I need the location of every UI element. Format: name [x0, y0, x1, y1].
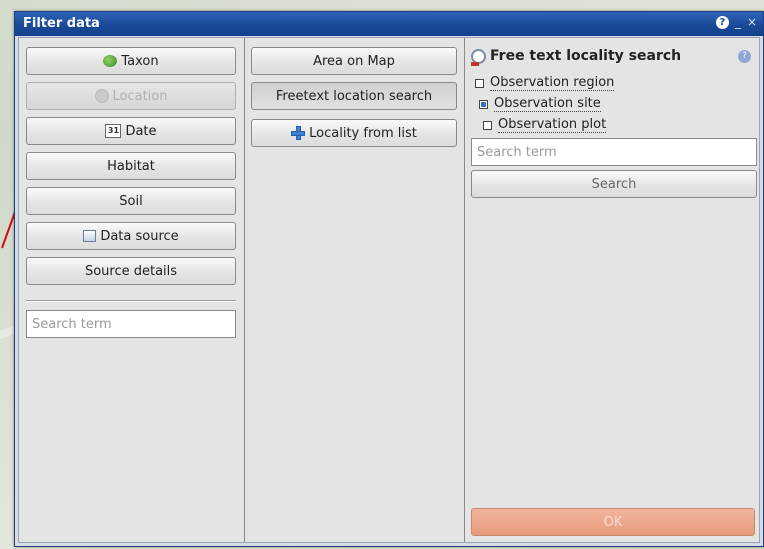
area-on-map-button[interactable]: Area on Map	[251, 47, 457, 75]
checkbox[interactable]	[479, 100, 488, 109]
search-button[interactable]: Search	[471, 170, 757, 198]
freetext-location-search-label: Freetext location search	[275, 88, 433, 104]
plus-icon	[291, 126, 306, 140]
ok-button-label: OK	[603, 514, 623, 530]
checkbox-observation-region[interactable]: Observation region	[475, 76, 615, 91]
ok-button[interactable]: OK	[471, 508, 755, 536]
data-source-icon	[83, 230, 97, 242]
date-label: Date	[125, 123, 157, 139]
soil-button[interactable]: Soil	[26, 187, 236, 215]
habitat-button[interactable]: Habitat	[26, 152, 236, 180]
taxon-label: Taxon	[121, 53, 159, 69]
date-button[interactable]: 31 Date	[26, 117, 236, 145]
data-source-label: Data source	[100, 228, 179, 244]
window-title: Filter data	[23, 16, 100, 31]
panel-help-icon[interactable]: ?	[738, 50, 751, 63]
data-source-button[interactable]: Data source	[26, 222, 236, 250]
checkbox-observation-plot[interactable]: Observation plot	[483, 118, 607, 133]
minimize-icon[interactable]: _	[735, 16, 741, 29]
column-divider	[26, 300, 236, 302]
taxon-button[interactable]: Taxon	[26, 47, 236, 75]
panel-title: Free text locality search	[471, 48, 682, 66]
habitat-label: Habitat	[107, 158, 155, 174]
checkbox[interactable]	[483, 121, 492, 130]
filter-data-window: Filter data ? _ × Taxon Location 31 Date…	[14, 11, 764, 547]
location-button[interactable]: Location	[26, 82, 236, 110]
globe-icon	[94, 89, 109, 103]
window-titlebar[interactable]: Filter data ? _ ×	[15, 12, 763, 36]
help-icon[interactable]: ?	[715, 16, 729, 29]
checkbox-label[interactable]: Observation region	[490, 76, 615, 91]
free-text-panel: Free text locality search ? Observation …	[465, 38, 759, 542]
window-tools: ? _ ×	[715, 16, 757, 29]
close-icon[interactable]: ×	[747, 16, 757, 29]
location-label: Location	[112, 88, 168, 104]
checkbox[interactable]	[475, 79, 484, 88]
location-options-column: Area on Map Freetext location search Loc…	[245, 38, 465, 542]
search-badge-icon	[471, 48, 486, 66]
checkbox-label[interactable]: Observation site	[494, 97, 601, 112]
locality-from-list-label: Locality from list	[309, 125, 417, 141]
area-on-map-label: Area on Map	[313, 53, 395, 69]
checkbox-label[interactable]: Observation plot	[498, 118, 607, 133]
source-details-button[interactable]: Source details	[26, 257, 236, 285]
checkbox-observation-site[interactable]: Observation site	[479, 97, 601, 112]
source-details-label: Source details	[84, 263, 178, 279]
category-search-input[interactable]	[26, 310, 236, 338]
freetext-location-search-button[interactable]: Freetext location search	[251, 82, 457, 110]
category-column: Taxon Location 31 Date Habitat Soil Data…	[19, 38, 245, 542]
bug-icon	[103, 55, 118, 67]
window-body: Taxon Location 31 Date Habitat Soil Data…	[18, 37, 760, 543]
locality-search-input[interactable]	[471, 138, 757, 166]
panel-title-text: Free text locality search	[490, 48, 682, 64]
search-button-label: Search	[591, 176, 637, 192]
locality-from-list-button[interactable]: Locality from list	[251, 119, 457, 147]
calendar-icon: 31	[105, 124, 122, 138]
soil-label: Soil	[119, 193, 143, 209]
